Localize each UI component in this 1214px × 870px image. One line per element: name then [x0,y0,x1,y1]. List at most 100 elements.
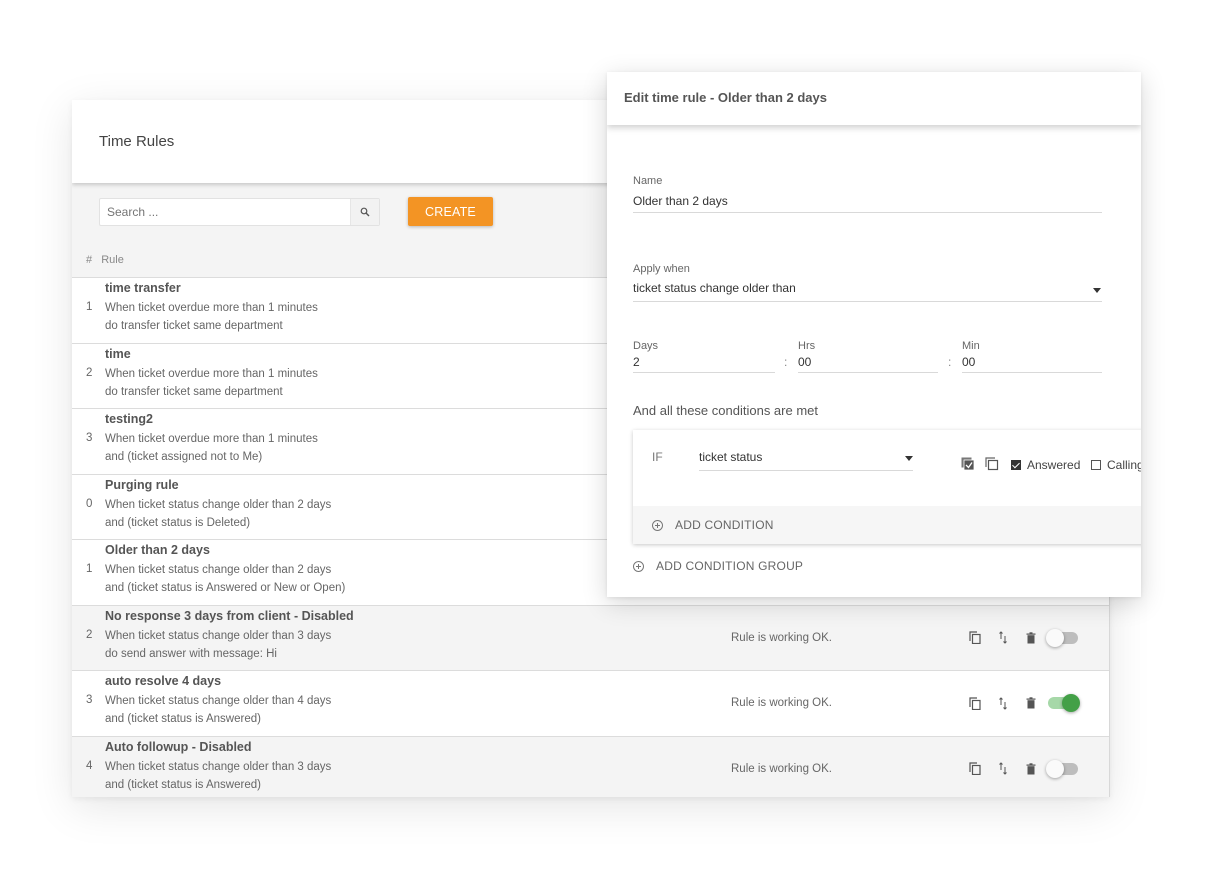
dialog-title: Edit time rule - Older than 2 days [624,90,827,105]
search-box [99,198,380,226]
rule-number: 1 [86,301,93,313]
rule-action: and (ticket status is Answered) [105,778,261,791]
option-answered[interactable]: Answered [1011,458,1080,472]
condition-group-footer: ADD CONDITION [633,506,1141,544]
rule-number: 2 [86,366,93,379]
rule-action: and (ticket status is Answered) [105,713,261,725]
min-field[interactable]: 00 [962,355,975,369]
rule-number: 4 [86,759,93,772]
page-title: Time Rules [99,133,175,150]
select-all-icon[interactable] [961,457,975,476]
column-header-number: # [86,254,93,266]
rule-action: and (ticket status is Answered or New or… [105,582,346,594]
rule-condition: When ticket status change older than 2 d… [105,498,332,511]
rule-condition: When ticket overdue more than 1 minutes [105,302,318,314]
copy-icon[interactable] [968,762,982,776]
apply-when-select[interactable]: ticket status change older than [633,281,796,295]
toggle-knob [1062,694,1080,712]
trash-icon[interactable] [1024,631,1038,645]
time-separator: : [948,355,952,369]
days-field[interactable]: 2 [633,355,640,369]
rule-name[interactable]: Auto followup - Disabled [105,740,252,754]
add-condition-label: ADD CONDITION [675,518,774,532]
search-button[interactable] [350,199,379,225]
enable-toggle[interactable] [1048,694,1080,712]
rule-actions [968,693,1080,713]
add-condition-group-button[interactable]: ADD CONDITION GROUP [633,559,803,573]
rule-name[interactable]: Purging rule [105,478,179,492]
days-label: Days [633,340,659,352]
option-answered-label: Answered [1027,458,1081,472]
hrs-underline [798,372,938,373]
reorder-icon[interactable] [996,631,1010,645]
rule-action: do send answer with message: Hi [105,647,277,660]
rule-condition: When ticket status change older than 4 d… [105,695,332,707]
rule-name[interactable]: No response 3 days from client - Disable… [105,609,354,623]
rule-condition: When ticket status change older than 3 d… [105,760,332,773]
reorder-icon[interactable] [996,762,1010,776]
copy-icon[interactable] [968,696,982,710]
rule-number: 3 [86,694,93,706]
apply-when-label: Apply when [633,263,690,275]
add-circle-icon [652,519,663,531]
conditions-title: And all these conditions are met [633,403,818,418]
toggle-knob [1046,628,1064,647]
condition-field-select[interactable]: ticket status [699,450,762,464]
rule-name[interactable]: auto resolve 4 days [105,674,221,688]
rule-action: do transfer ticket same department [105,385,283,398]
option-calling[interactable]: Calling [1091,458,1141,472]
edit-time-rule-dialog: Edit time rule - Older than 2 days Name … [607,72,1141,597]
rule-action: do transfer ticket same department [105,320,283,332]
rule-actions [968,759,1078,779]
add-condition-group-label: ADD CONDITION GROUP [656,559,804,573]
rule-name[interactable]: Older than 2 days [105,543,210,557]
rule-action: and (ticket assigned not to Me) [105,451,263,463]
toggle-knob [1046,759,1064,778]
deselect-all-icon[interactable] [985,457,999,476]
rule-condition: When ticket overdue more than 1 minutes [105,433,318,445]
enable-toggle[interactable] [1046,759,1078,778]
min-label: Min [962,340,980,352]
if-label: IF [652,450,663,464]
rule-name[interactable]: time transfer [105,281,181,295]
chevron-down-icon[interactable] [1093,288,1101,293]
checkbox-calling[interactable] [1091,460,1101,470]
rule-number: 1 [86,563,93,575]
name-field[interactable]: Older than 2 days [633,194,728,208]
rule-number: 0 [86,497,93,510]
name-label: Name [633,175,663,187]
checkbox-answered[interactable] [1011,460,1021,470]
rule-status: Rule is working OK. [731,631,832,644]
copy-icon[interactable] [968,631,982,645]
trash-icon[interactable] [1024,762,1038,776]
condition-field-underline [699,470,913,471]
option-calling-label: Calling [1107,458,1141,472]
search-icon [360,207,370,217]
rule-name[interactable]: time [105,347,131,361]
add-condition-button[interactable]: ADD CONDITION [652,518,774,532]
enable-toggle[interactable] [1046,628,1078,647]
rule-row[interactable]: 4 Auto followup - Disabled When ticket sta… [72,736,1109,797]
hrs-field[interactable]: 00 [798,355,811,369]
rule-row[interactable]: 3 auto resolve 4 days When ticket status c… [72,671,1109,737]
rule-number: 3 [86,432,93,444]
reorder-icon[interactable] [996,696,1010,710]
rule-actions [968,628,1078,648]
column-header: # Rule [86,254,124,266]
rule-number: 2 [86,628,93,641]
apply-when-underline [633,301,1102,302]
rule-action: and (ticket status is Deleted) [105,516,251,529]
chevron-down-icon[interactable] [905,456,913,461]
min-underline [962,372,1102,373]
rule-condition: When ticket status change older than 2 d… [105,564,332,576]
add-circle-icon [633,560,644,572]
rule-name[interactable]: testing2 [105,412,153,426]
days-underline [633,372,775,373]
rule-row[interactable]: 2 No response 3 days from client - Disabl… [72,605,1109,671]
create-button[interactable]: CREATE [408,197,493,226]
trash-icon[interactable] [1024,696,1038,710]
hrs-label: Hrs [798,340,816,352]
time-separator: : [784,355,788,369]
rule-status: Rule is working OK. [731,762,832,775]
search-input[interactable] [100,199,351,225]
